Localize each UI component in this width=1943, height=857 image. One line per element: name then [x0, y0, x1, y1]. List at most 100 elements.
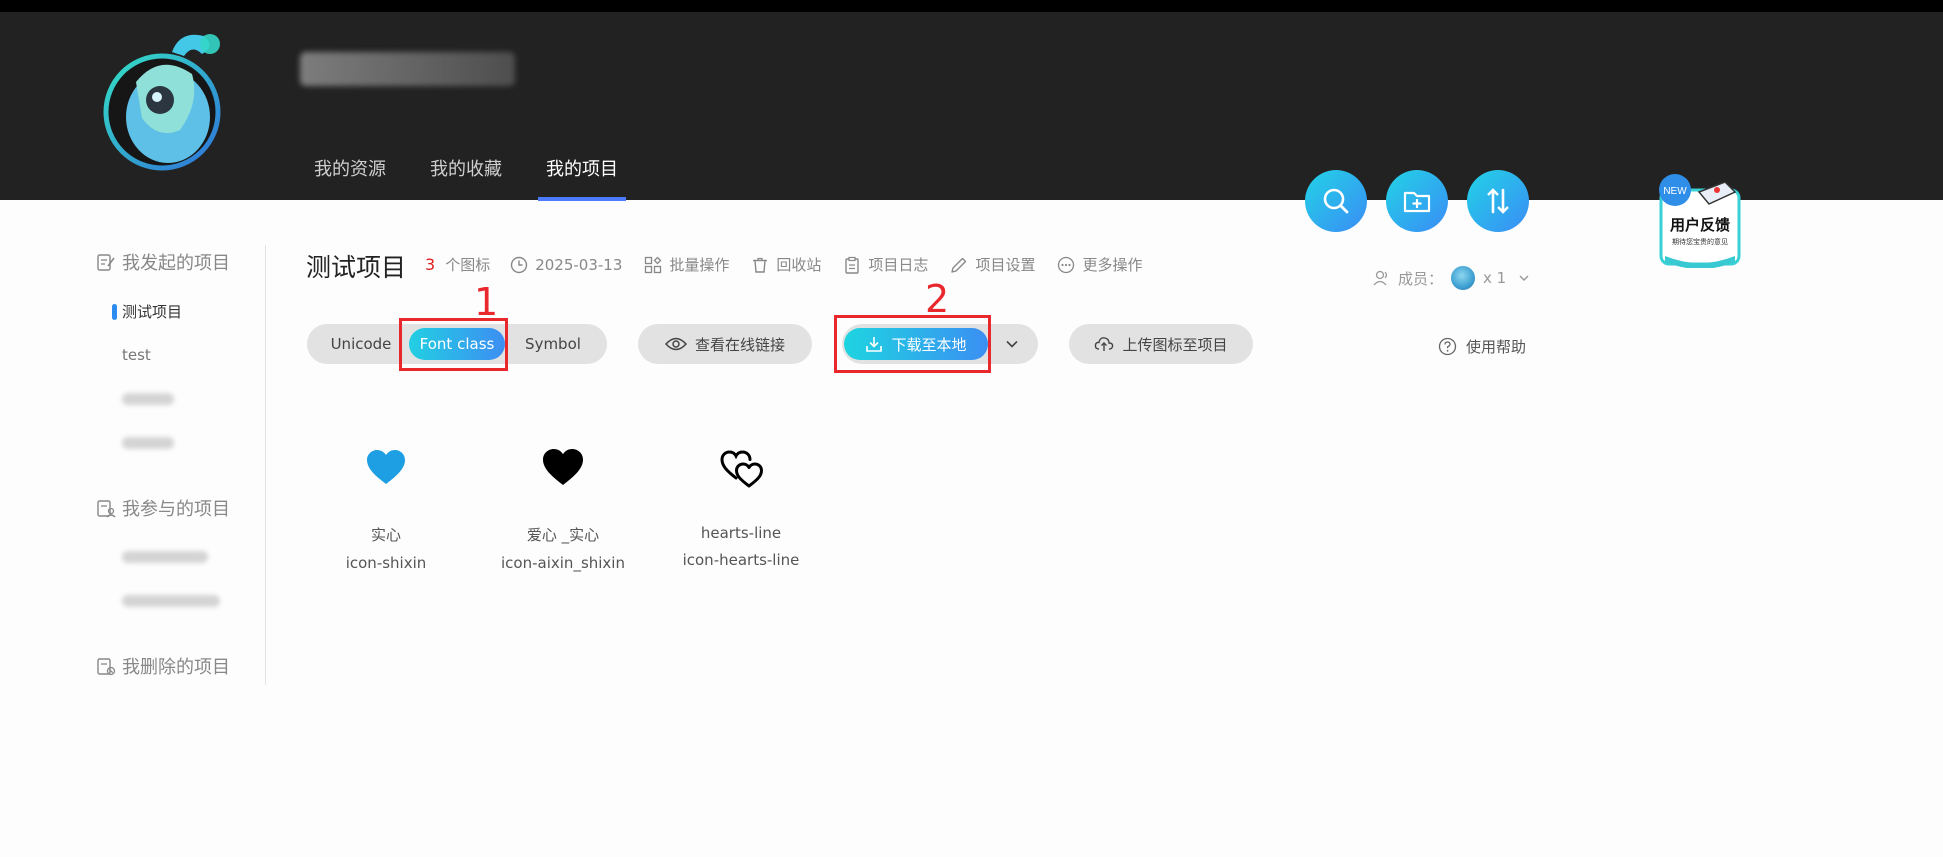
icon-count-label: 个图标 [445, 256, 491, 274]
sort-icon [1487, 188, 1509, 214]
project-settings-button[interactable]: 项目设置 [950, 254, 1035, 275]
nav-my-resources[interactable]: 我的资源 [314, 155, 386, 199]
chevron-down-icon [1006, 340, 1018, 348]
more-icon [1058, 256, 1075, 273]
project-log-label: 项目日志 [868, 256, 929, 274]
project-settings-label: 项目设置 [975, 256, 1036, 274]
format-switch: Unicode Font class Symbol [307, 324, 607, 364]
sidebar-group-joined[interactable]: 我参与的项目 [96, 491, 265, 525]
batch-action-label: 批量操作 [669, 256, 730, 274]
feedback-subtitle: 期待您宝贵的意见 [1672, 237, 1728, 246]
search-icon [1323, 188, 1349, 214]
blurred-label [122, 595, 220, 607]
members-dropdown[interactable]: 成员： x 1 [1372, 266, 1530, 290]
trash-icon [753, 257, 768, 273]
view-online-link-label: 查看在线链接 [694, 335, 785, 354]
annotation-number-1: 1 [474, 280, 499, 324]
sidebar-item-test[interactable]: test [96, 333, 265, 377]
sidebar-group-deleted[interactable]: 我删除的项目 [96, 649, 265, 683]
blurred-label [122, 437, 174, 449]
download-button[interactable]: 下载至本地 [844, 328, 988, 360]
view-online-link-button[interactable]: 查看在线链接 [638, 324, 812, 364]
clipboard-icon [845, 256, 860, 274]
cloud-upload-icon [1095, 337, 1114, 351]
blurred-label [122, 393, 174, 405]
project-title: 测试项目 [306, 253, 407, 282]
sidebar-item-label: test [122, 346, 151, 364]
sidebar-item-label: 测试项目 [122, 302, 183, 321]
help-link[interactable]: 使用帮助 [1438, 336, 1526, 357]
members-icon [1373, 270, 1388, 286]
upload-icon-label: 上传图标至项目 [1122, 335, 1228, 354]
heart-solid-black-icon [543, 449, 583, 485]
upload-icon-button[interactable]: 上传图标至项目 [1069, 324, 1253, 364]
sidebar-item-blurred[interactable] [96, 535, 265, 579]
help-label: 使用帮助 [1466, 338, 1527, 356]
download-icon [866, 337, 883, 352]
sort-button[interactable] [1467, 170, 1529, 232]
grid-icon [645, 256, 662, 273]
project-meta: 3 个图标 2025-03-13 批量操作 回收站 项目日志 项目设置 更多操作 [425, 254, 1164, 275]
edit-doc-icon [97, 254, 115, 271]
sidebar-item-blurred[interactable] [96, 579, 265, 623]
download-group: 下载至本地 [842, 324, 1038, 364]
recycle-bin-label: 回收站 [776, 256, 822, 274]
format-unicode-tab[interactable]: Unicode [313, 328, 409, 360]
sidebar-group-joined-label: 我参与的项目 [122, 499, 230, 520]
more-actions-label: 更多操作 [1082, 256, 1143, 274]
eye-icon [664, 337, 687, 351]
header [0, 12, 1943, 200]
main-nav: 我的资源 我的收藏 我的项目 [314, 155, 662, 201]
project-date-value: 2025-03-13 [535, 255, 623, 274]
icon-name: 爱心 _实心 [526, 526, 600, 544]
project-log-button[interactable]: 项目日志 [843, 254, 928, 275]
sidebar-group-owned[interactable]: 我发起的项目 [96, 245, 265, 279]
members-label: 成员： [1398, 269, 1444, 288]
icon-card-hearts-line[interactable]: hearts-line icon-hearts-line [666, 440, 816, 569]
project-date: 2025-03-13 [510, 256, 622, 274]
members-count: x 1 [1483, 269, 1507, 287]
icon-code: icon-aixin_shixin [501, 554, 625, 572]
heart-solid-blue-icon [367, 450, 405, 484]
nav-my-projects[interactable]: 我的项目 [538, 155, 626, 201]
blurred-label [122, 551, 208, 563]
folder-add-icon [1403, 191, 1431, 213]
logo-mascot-icon[interactable] [100, 22, 230, 172]
icon-code: icon-shixin [345, 554, 427, 572]
people-doc-icon [97, 500, 116, 518]
hearts-line-icon [720, 450, 763, 488]
sidebar-group-owned-label: 我发起的项目 [122, 253, 230, 274]
search-button[interactable] [1305, 170, 1367, 232]
format-symbol-tab[interactable]: Symbol [505, 328, 601, 360]
more-actions-button[interactable]: 更多操作 [1057, 254, 1142, 275]
sidebar-item-test-project[interactable]: 测试项目 [96, 289, 265, 333]
icon-name: hearts-line [700, 524, 782, 542]
new-project-button[interactable] [1386, 170, 1448, 232]
feedback-new-label: NEW [1663, 186, 1687, 197]
format-font-class-tab[interactable]: Font class [409, 328, 505, 360]
annotation-number-2: 2 [925, 277, 950, 321]
sidebar-group-deleted-label: 我删除的项目 [122, 657, 230, 678]
sidebar-item-blurred[interactable] [96, 377, 265, 421]
top-strip [0, 0, 1943, 12]
icon-card-shixin[interactable]: 实心 icon-shixin [311, 440, 461, 572]
feedback-badge[interactable]: NEW 用户反馈 期待您宝贵的意见 [1655, 172, 1745, 268]
recycle-bin-button[interactable]: 回收站 [751, 254, 821, 275]
nav-my-favorites[interactable]: 我的收藏 [430, 155, 502, 199]
download-label: 下载至本地 [891, 335, 967, 354]
sidebar-item-blurred[interactable] [96, 421, 265, 465]
question-circle-icon [1438, 337, 1457, 356]
chevron-down-icon [1519, 275, 1529, 281]
icon-code: icon-hearts-line [682, 551, 800, 569]
feedback-title: 用户反馈 [1670, 216, 1730, 234]
pencil-icon [951, 257, 967, 273]
clock-icon [511, 256, 528, 273]
batch-action-button[interactable]: 批量操作 [644, 254, 729, 275]
deleted-doc-icon [97, 658, 116, 676]
icon-count: 3 [425, 255, 436, 274]
avatar [1451, 266, 1476, 290]
download-options-dropdown[interactable] [1000, 334, 1024, 354]
site-title-blurred [300, 52, 515, 86]
icon-card-aixin-shixin[interactable]: 爱心 _实心 icon-aixin_shixin [488, 440, 638, 572]
sidebar: 我发起的项目 测试项目 test 我参与的项目 我删除的项目 [96, 245, 266, 685]
